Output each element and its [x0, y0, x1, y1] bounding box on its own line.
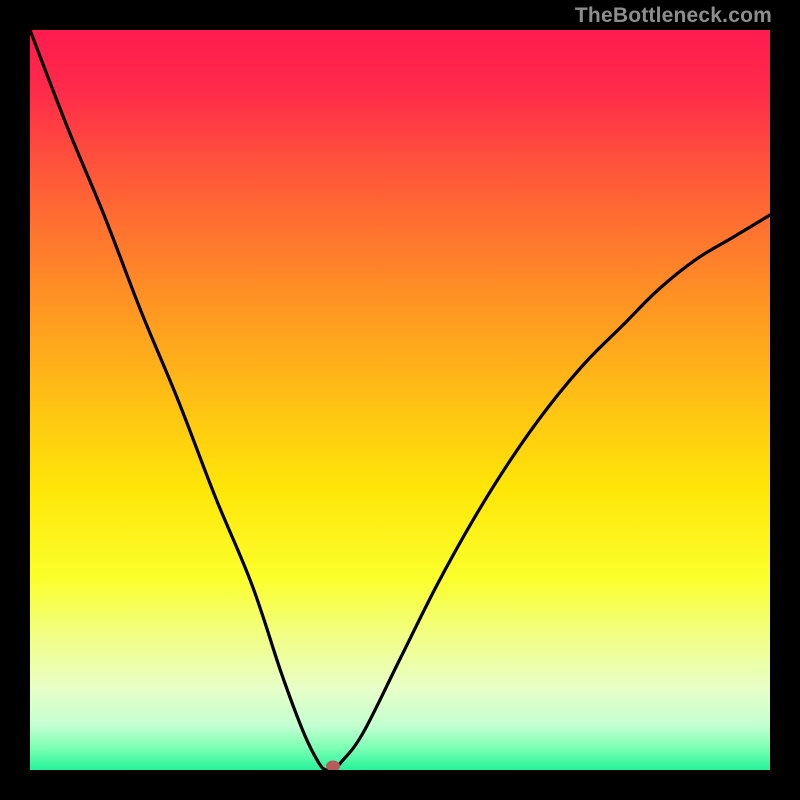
bottleneck-curve [30, 30, 770, 770]
plot-area [30, 30, 770, 770]
chart-frame: TheBottleneck.com [0, 0, 800, 800]
watermark-text: TheBottleneck.com [575, 4, 772, 28]
minimum-marker [326, 761, 340, 770]
